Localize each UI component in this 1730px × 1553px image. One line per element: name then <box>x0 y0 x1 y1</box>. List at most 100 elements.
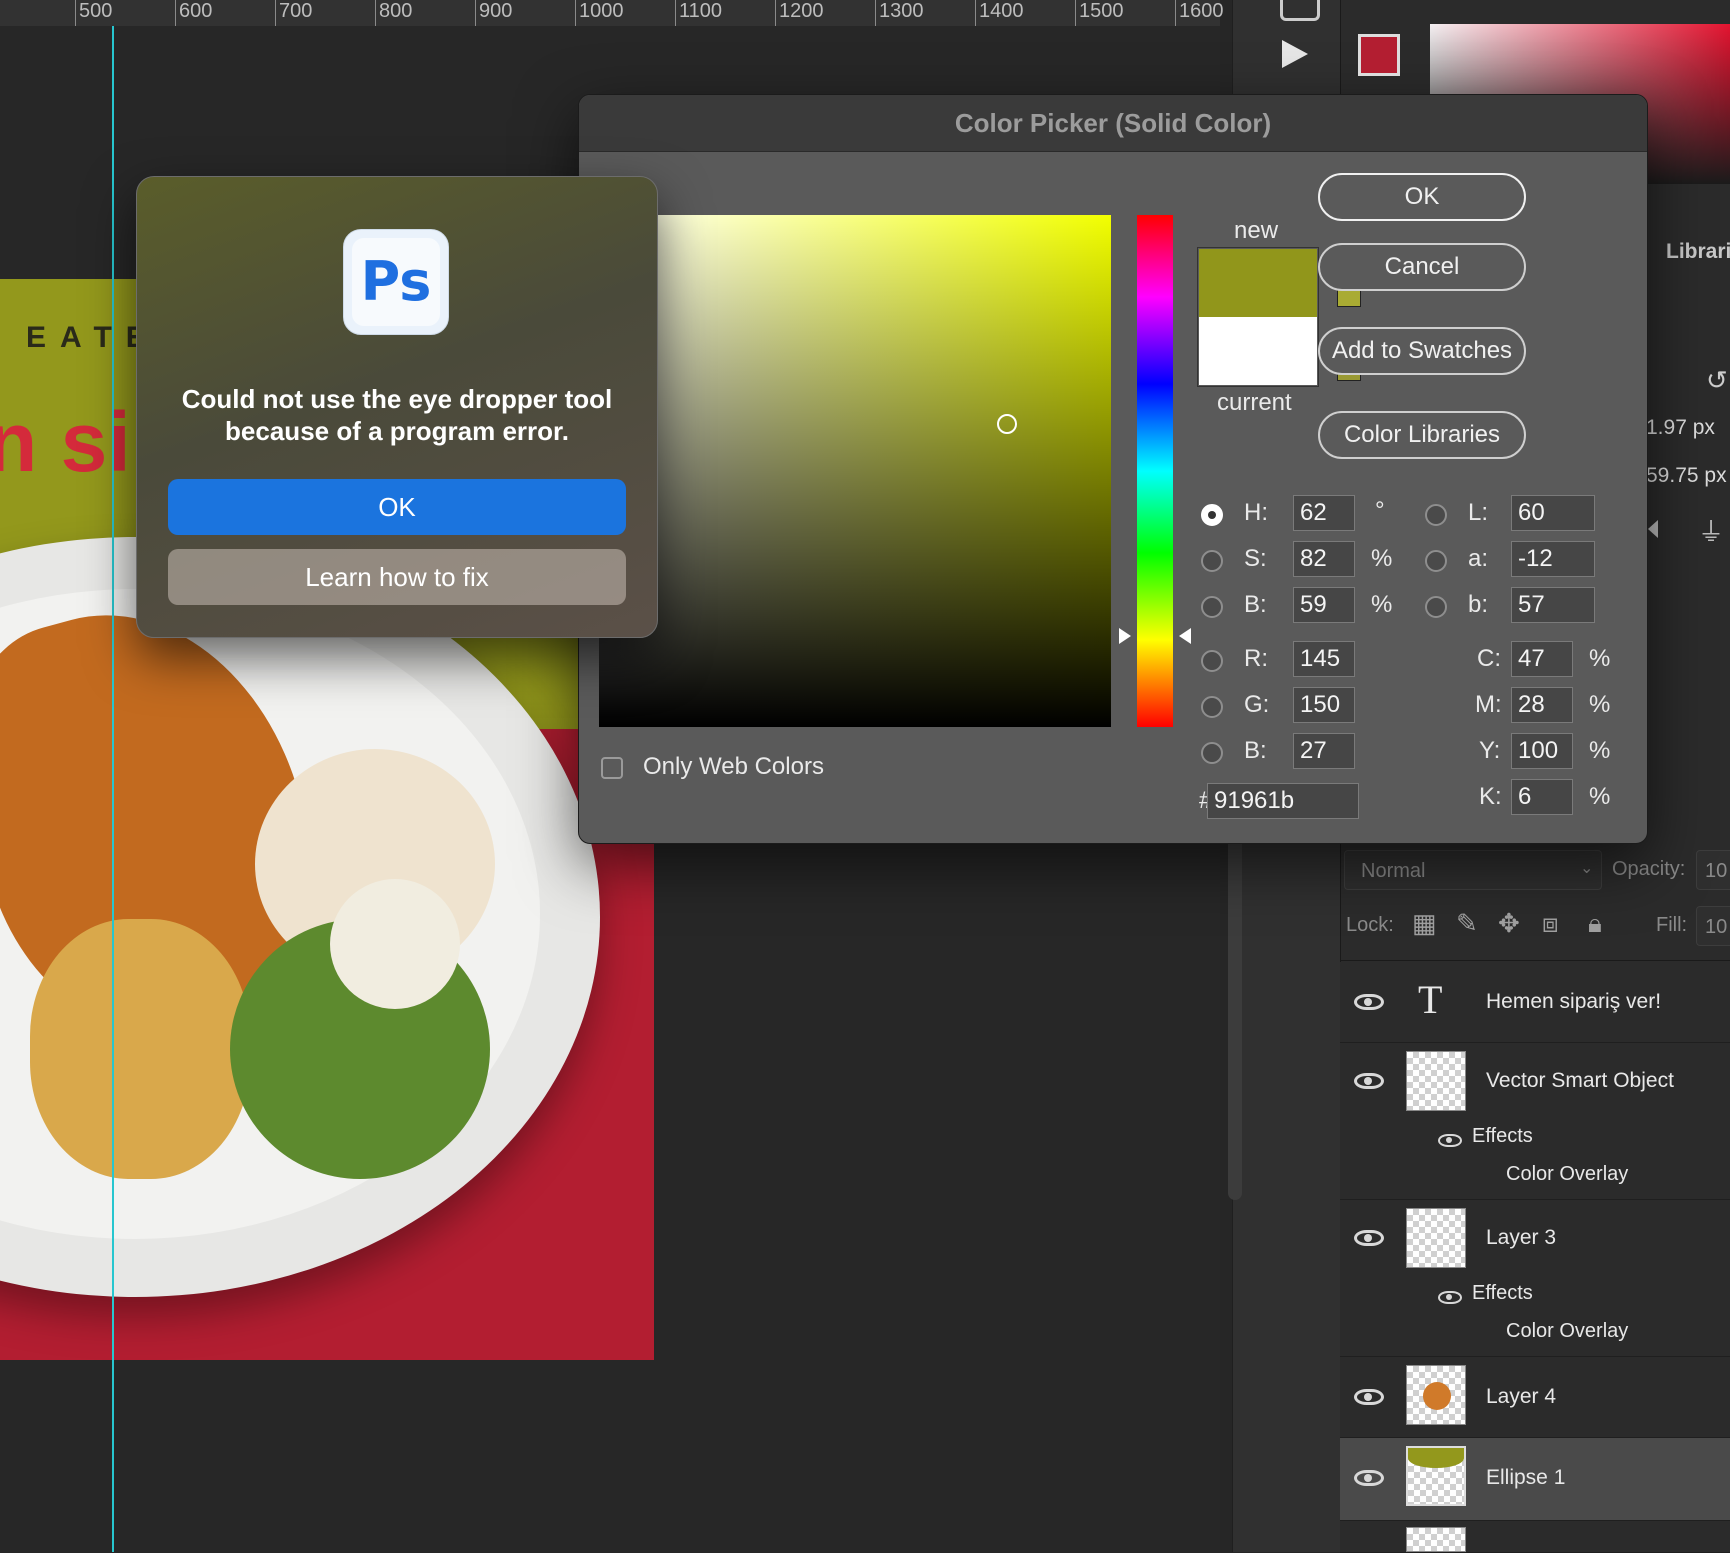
input-lab-b[interactable]: 57 <box>1511 587 1595 623</box>
layer-row-selected[interactable]: Ellipse 1 <box>1340 1438 1730 1521</box>
radio-l[interactable] <box>1425 504 1447 526</box>
undo-icon[interactable]: ↺ <box>1706 365 1728 396</box>
visibility-eye-icon[interactable] <box>1354 1470 1384 1486</box>
layer-row[interactable]: Layer 3 Effects Color Overlay <box>1340 1200 1730 1357</box>
ellipse-thumbnail <box>1408 1448 1464 1468</box>
input-m[interactable]: 28 <box>1511 687 1573 723</box>
hue-arrow-left-icon[interactable] <box>1119 628 1131 644</box>
alert-ok-button[interactable]: OK <box>168 479 626 535</box>
unit-percent: % <box>1589 783 1611 810</box>
text-layer-icon: T <box>1418 977 1443 1022</box>
ruler-tick: 1000 <box>575 0 624 26</box>
input-s[interactable]: 82 <box>1293 541 1355 577</box>
lock-label: Lock: <box>1346 914 1394 936</box>
layer-row[interactable]: Layer 4 <box>1340 1357 1730 1438</box>
color-libraries-button[interactable]: Color Libraries <box>1318 411 1526 459</box>
current-color-label: current <box>1217 389 1292 416</box>
ruler-tick: 1500 <box>1075 0 1124 26</box>
ruler-tick: 1400 <box>975 0 1024 26</box>
input-b[interactable]: 59 <box>1293 587 1355 623</box>
label-a: a: <box>1468 545 1489 572</box>
effects-eye-icon[interactable] <box>1438 1291 1462 1304</box>
layer-row[interactable]: T Hemen sipariş ver! <box>1340 962 1730 1043</box>
tool-icon[interactable] <box>1280 0 1320 21</box>
play-icon[interactable] <box>1282 40 1308 68</box>
radio-b[interactable] <box>1201 596 1223 618</box>
radio-h[interactable] <box>1201 504 1223 526</box>
lock-all-icon[interactable]: 🔒︎ <box>1588 908 1602 940</box>
label-c: C: <box>1477 645 1501 672</box>
effects-label: Effects <box>1472 1282 1533 1304</box>
add-to-swatches-button[interactable]: Add to Swatches <box>1318 327 1526 375</box>
divider <box>1340 960 1730 961</box>
label-g: G: <box>1244 691 1270 718</box>
label-r: R: <box>1244 645 1268 672</box>
fill-input[interactable]: 10 <box>1696 906 1730 946</box>
input-y[interactable]: 100 <box>1511 733 1573 769</box>
lock-move-icon[interactable]: ✥ <box>1498 908 1520 939</box>
input-c[interactable]: 47 <box>1511 641 1573 677</box>
cyan-guide-line[interactable] <box>112 26 114 1552</box>
layer-name: Vector Smart Object <box>1486 1069 1674 1092</box>
arrow-left-icon[interactable] <box>1648 520 1658 538</box>
input-k[interactable]: 6 <box>1511 779 1573 815</box>
layer-row[interactable]: Vector Smart Object Effects Color Overla… <box>1340 1043 1730 1200</box>
input-a[interactable]: -12 <box>1511 541 1595 577</box>
lock-artboard-icon[interactable]: ⧈ <box>1542 908 1559 940</box>
label-m: M: <box>1475 691 1502 718</box>
layer-name: Layer 3 <box>1486 1226 1557 1249</box>
visibility-eye-icon[interactable] <box>1354 994 1384 1010</box>
input-h[interactable]: 62 <box>1293 495 1355 531</box>
tab-libraries[interactable]: Librari <box>1666 240 1730 264</box>
layer-name: Layer 4 <box>1486 1385 1557 1408</box>
opacity-input[interactable]: 10 <box>1696 850 1730 890</box>
visibility-eye-icon[interactable] <box>1354 1389 1384 1405</box>
layer-row[interactable] <box>1340 1521 1730 1553</box>
ruler-tick: 900 <box>475 0 512 26</box>
learn-how-to-fix-button[interactable]: Learn how to fix <box>168 549 626 605</box>
cancel-button[interactable]: Cancel <box>1318 243 1526 291</box>
property-value-height: 59.75 px <box>1646 464 1727 487</box>
radio-lab-b[interactable] <box>1425 596 1447 618</box>
hex-input[interactable]: 91961b <box>1207 783 1359 819</box>
property-value-width: 1.97 px <box>1646 416 1715 439</box>
align-icon[interactable]: ⏚ <box>1698 512 1724 549</box>
color-overlay-label[interactable]: Color Overlay <box>1506 1163 1628 1186</box>
new-color-label: new <box>1234 217 1279 244</box>
visibility-eye-icon[interactable] <box>1354 1230 1384 1246</box>
radio-g[interactable] <box>1201 696 1223 718</box>
layer-name: Ellipse 1 <box>1486 1466 1566 1489</box>
blend-mode-select[interactable]: Normal <box>1344 850 1602 890</box>
foreground-color-swatch[interactable] <box>1358 34 1400 76</box>
input-r[interactable]: 145 <box>1293 641 1355 677</box>
color-picker-dialog: Color Picker (Solid Color) new current ⬡… <box>578 94 1648 844</box>
radio-blue[interactable] <box>1201 742 1223 764</box>
layer-name: Hemen sipariş ver! <box>1486 990 1662 1013</box>
layer-thumbnail <box>1406 1446 1466 1506</box>
input-l[interactable]: 60 <box>1511 495 1595 531</box>
visibility-eye-icon[interactable] <box>1354 1073 1384 1089</box>
input-blue[interactable]: 27 <box>1293 733 1355 769</box>
hue-slider[interactable] <box>1137 215 1173 727</box>
lock-transparency-icon[interactable]: ▦ <box>1412 908 1437 939</box>
hue-arrow-right-icon[interactable] <box>1179 628 1191 644</box>
ruler-tick: 1100 <box>675 0 722 26</box>
cauliflower-image <box>330 879 460 1009</box>
radio-s[interactable] <box>1201 550 1223 572</box>
radio-a[interactable] <box>1425 550 1447 572</box>
ok-button[interactable]: OK <box>1318 173 1526 221</box>
photoshop-logo-icon: Ps <box>343 229 449 335</box>
color-marker[interactable] <box>997 414 1017 434</box>
photoshop-logo-text: Ps <box>352 238 440 326</box>
color-overlay-label[interactable]: Color Overlay <box>1506 1320 1628 1343</box>
dialog-title: Color Picker (Solid Color) <box>579 95 1647 152</box>
input-g[interactable]: 150 <box>1293 687 1355 723</box>
error-alert-dialog: Ps Could not use the eye dropper tool be… <box>136 176 658 638</box>
saturation-brightness-field[interactable] <box>599 215 1111 727</box>
lock-brush-icon[interactable]: ✎ <box>1456 908 1478 939</box>
radio-r[interactable] <box>1201 650 1223 672</box>
unit-percent: % <box>1371 545 1393 572</box>
label-y: Y: <box>1479 737 1501 764</box>
only-web-colors-checkbox[interactable] <box>601 757 623 779</box>
effects-eye-icon[interactable] <box>1438 1134 1462 1147</box>
